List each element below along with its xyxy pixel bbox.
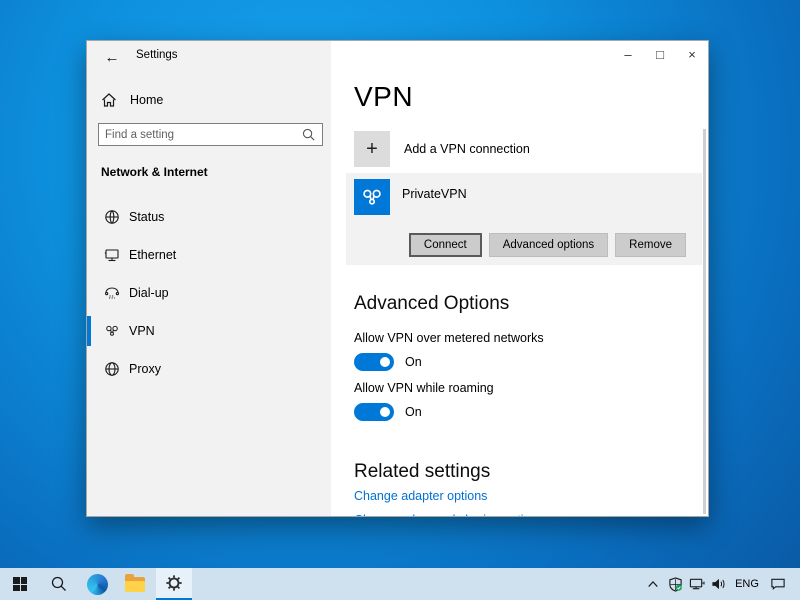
- sidebar-item-dialup[interactable]: Dial-up: [87, 278, 331, 308]
- tray-chevron-button[interactable]: [642, 579, 664, 589]
- tray-volume-button[interactable]: [708, 577, 730, 591]
- action-center-button[interactable]: [764, 577, 792, 591]
- sidebar-item-label: Dial-up: [129, 286, 169, 300]
- tray-network-button[interactable]: [686, 577, 708, 591]
- search-icon[interactable]: [302, 128, 315, 141]
- sidebar-item-home[interactable]: Home: [87, 85, 331, 115]
- window-title: Settings: [136, 49, 178, 61]
- roaming-toggle[interactable]: [354, 403, 394, 421]
- sidebar-item-label: Home: [130, 93, 163, 107]
- shield-icon: [668, 577, 683, 592]
- roaming-toggle-row: On: [354, 403, 422, 421]
- roaming-label: Allow VPN while roaming: [354, 381, 494, 395]
- maximize-icon: □: [656, 47, 664, 62]
- windows-logo-icon: [13, 577, 27, 591]
- page-title: VPN: [354, 81, 413, 113]
- taskbar-search-button[interactable]: [40, 568, 78, 600]
- search-input[interactable]: [99, 129, 302, 141]
- edge-icon: [87, 574, 108, 595]
- vpn-connection-header: PrivateVPN: [346, 173, 702, 215]
- ethernet-icon: [104, 247, 120, 263]
- toggle-state-label: On: [405, 405, 422, 419]
- proxy-globe-icon: [104, 361, 120, 377]
- taskbar: ENG: [0, 568, 800, 600]
- back-arrow-icon: ←: [105, 49, 120, 66]
- metered-networks-toggle-row: On: [354, 353, 422, 371]
- change-sharing-options-link[interactable]: Change advanced sharing options: [354, 513, 544, 517]
- sidebar-item-proxy[interactable]: Proxy: [87, 354, 331, 384]
- vpn-connection-icon: [354, 179, 390, 215]
- tray-language-indicator[interactable]: ENG: [730, 578, 764, 590]
- home-icon: [101, 92, 117, 108]
- vpn-icon: [104, 323, 120, 339]
- search-icon: [51, 576, 67, 592]
- add-vpn-button[interactable]: + Add a VPN connection: [354, 131, 530, 167]
- main-content: – □ × VPN + Add a VPN connection: [331, 41, 708, 516]
- search-box[interactable]: [98, 123, 323, 146]
- sidebar-item-label: VPN: [129, 324, 155, 338]
- system-tray: ENG: [642, 568, 800, 600]
- minimize-button[interactable]: –: [612, 41, 644, 67]
- speaker-icon: [711, 577, 727, 591]
- sidebar-item-status[interactable]: Status: [87, 202, 331, 232]
- close-icon: ×: [688, 47, 696, 62]
- status-globe-icon: [104, 209, 120, 225]
- back-button[interactable]: ←: [97, 46, 127, 68]
- tray-security-button[interactable]: [664, 577, 686, 592]
- sidebar-section-header: Network & Internet: [101, 165, 208, 179]
- change-adapter-options-link[interactable]: Change adapter options: [354, 489, 487, 503]
- connect-button[interactable]: Connect: [409, 233, 482, 257]
- window-controls: – □ ×: [612, 41, 708, 67]
- taskbar-settings-button[interactable]: [156, 568, 192, 600]
- metered-networks-label: Allow VPN over metered networks: [354, 331, 544, 345]
- vpn-connection-name: PrivateVPN: [402, 187, 467, 201]
- vpn-connection-actions: Connect Advanced options Remove: [409, 233, 686, 257]
- vpn-connection-item[interactable]: PrivateVPN Connect Advanced options Remo…: [346, 173, 702, 265]
- advanced-options-heading: Advanced Options: [354, 293, 509, 315]
- network-icon: [689, 577, 705, 591]
- chevron-up-icon: [647, 579, 659, 589]
- start-button[interactable]: [0, 568, 40, 600]
- metered-networks-toggle[interactable]: [354, 353, 394, 371]
- sidebar-item-vpn[interactable]: VPN: [87, 316, 331, 346]
- sidebar-nav: Status Ethernet: [87, 202, 331, 392]
- add-vpn-label: Add a VPN connection: [404, 142, 530, 156]
- sidebar-item-label: Ethernet: [129, 248, 176, 262]
- notification-icon: [770, 577, 786, 591]
- toggle-state-label: On: [405, 355, 422, 369]
- minimize-icon: –: [624, 47, 631, 62]
- sidebar-item-ethernet[interactable]: Ethernet: [87, 240, 331, 270]
- close-button[interactable]: ×: [676, 41, 708, 67]
- scrollbar[interactable]: [703, 129, 706, 514]
- plus-icon: +: [354, 131, 390, 167]
- maximize-button[interactable]: □: [644, 41, 676, 67]
- file-explorer-icon: [125, 577, 145, 592]
- related-settings-heading: Related settings: [354, 461, 490, 483]
- sidebar: ← Settings Home Network & Internet: [87, 41, 331, 516]
- taskbar-explorer-button[interactable]: [116, 568, 154, 600]
- taskbar-edge-button[interactable]: [78, 568, 116, 600]
- sidebar-item-label: Proxy: [129, 362, 161, 376]
- toggle-knob: [380, 357, 390, 367]
- settings-window: ← Settings Home Network & Internet: [86, 40, 709, 517]
- advanced-options-button[interactable]: Advanced options: [489, 233, 608, 257]
- sidebar-item-label: Status: [129, 210, 164, 224]
- toggle-knob: [380, 407, 390, 417]
- gear-icon: [165, 574, 183, 592]
- remove-button[interactable]: Remove: [615, 233, 686, 257]
- dialup-phone-icon: [104, 285, 120, 301]
